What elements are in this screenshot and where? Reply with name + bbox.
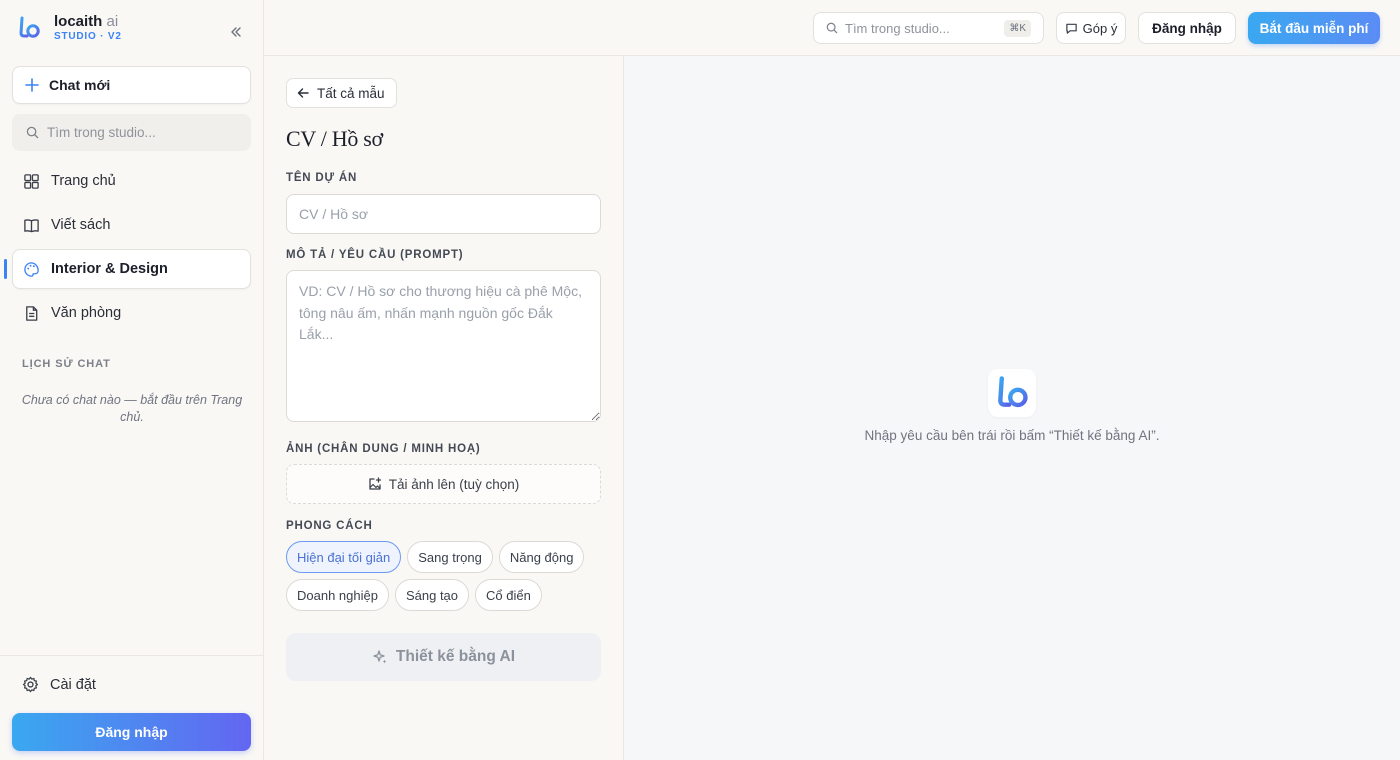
sparkles-icon (373, 650, 387, 664)
sidebar: locaith ai STUDIO · V2 Chat mới Trang ch… (0, 0, 264, 760)
locaith-logo-icon (19, 16, 40, 38)
prompt-textarea[interactable] (286, 270, 601, 422)
sidebar-item-label: Trang chủ (51, 173, 116, 189)
book-icon (24, 218, 39, 232)
template-form-panel: Tất cả mẫu CV / Hồ sơ TÊN DỰ ÁN MÔ TẢ / … (264, 56, 624, 760)
image-label: ẢNH (CHÂN DUNG / MINH HOẠ) (286, 443, 481, 455)
new-chat-button[interactable]: Chat mới (12, 66, 251, 104)
brand-name-suffix: ai (106, 13, 119, 30)
settings-button[interactable]: Cài đặt (22, 676, 96, 693)
grid-icon (24, 173, 39, 189)
image-plus-icon (369, 477, 381, 490)
feedback-button[interactable]: Góp ý (1056, 12, 1126, 44)
arrow-left-icon (297, 88, 309, 98)
chat-history-title: LỊCH SỬ CHAT (22, 358, 111, 370)
message-square-icon (1065, 23, 1077, 34)
brand-name: locaith (54, 13, 103, 30)
gear-icon (22, 676, 39, 693)
sidebar-item-interior-design[interactable]: Interior & Design (12, 249, 251, 289)
chevrons-left-icon (231, 27, 241, 37)
new-chat-label: Chat mới (49, 77, 111, 93)
search-icon (826, 22, 838, 34)
sidebar-item-viet-sach[interactable]: Viết sách (12, 205, 251, 245)
style-chip-nang-dong[interactable]: Năng động (498, 541, 585, 573)
design-with-ai-button[interactable]: Thiết kế bằng AI (286, 633, 601, 681)
plus-icon (25, 78, 39, 92)
top-bar: ⌘K Góp ý Đăng nhập Bắt đầu miễn phí (264, 0, 1400, 56)
search-shortcut-badge: ⌘K (1004, 20, 1031, 37)
start-free-button[interactable]: Bắt đầu miễn phí (1248, 12, 1380, 44)
sidebar-item-label: Văn phòng (51, 305, 122, 321)
sidebar-login-button[interactable]: Đăng nhập (12, 713, 251, 751)
sidebar-nav: Trang chủ Viết sách Interior & Design Vă… (12, 161, 251, 337)
login-button[interactable]: Đăng nhập (1138, 12, 1236, 44)
sidebar-footer: Cài đặt Đăng nhập (0, 655, 263, 760)
brand-subtitle: STUDIO · V2 (54, 31, 122, 42)
upload-label: Tải ảnh lên (tuỳ chọn) (388, 476, 520, 492)
style-chip-sang-trong[interactable]: Sang trọng (407, 541, 493, 573)
active-indicator (4, 259, 7, 279)
preview-logo (988, 369, 1036, 417)
sidebar-search-input[interactable] (47, 125, 237, 140)
brand[interactable]: locaith ai STUDIO · V2 (16, 14, 122, 42)
locaith-logo-icon (998, 376, 1028, 408)
sidebar-item-van-phong[interactable]: Văn phòng (12, 293, 251, 333)
upload-image-button[interactable]: Tải ảnh lên (tuỳ chọn) (286, 464, 601, 504)
page-title: CV / Hồ sơ (286, 126, 383, 151)
top-search[interactable]: ⌘K (813, 12, 1044, 44)
style-chip-doanh-nghiep[interactable]: Doanh nghiệp (286, 579, 389, 611)
back-label: Tất cả mẫu (317, 85, 385, 101)
top-search-input[interactable] (845, 20, 995, 36)
preview-area: Nhập yêu cầu bên trái rồi bấm “Thiết kế … (624, 56, 1400, 760)
palette-icon (24, 261, 39, 277)
prompt-label: MÔ TẢ / YÊU CẦU (PROMPT) (286, 249, 464, 261)
collapse-sidebar-button[interactable] (226, 22, 246, 42)
feedback-label: Góp ý (1082, 20, 1118, 36)
project-name-label: TÊN DỰ ÁN (286, 172, 358, 184)
chat-history-empty: Chưa có chat nào — bắt đầu trên Trang ch… (21, 393, 243, 424)
all-templates-back-button[interactable]: Tất cả mẫu (286, 78, 397, 108)
style-chip-co-dien[interactable]: Cổ điển (475, 579, 542, 611)
style-label: PHONG CÁCH (286, 520, 373, 532)
settings-label: Cài đặt (50, 676, 96, 693)
style-chip-hien-dai-toi-gian[interactable]: Hiện đại tối giản (286, 541, 402, 573)
sidebar-item-label: Interior & Design (51, 261, 168, 277)
style-options: Hiện đại tối giản Sang trọng Năng động D… (286, 541, 606, 611)
sidebar-item-label: Viết sách (51, 217, 111, 233)
sidebar-search[interactable] (12, 114, 251, 151)
document-icon (26, 305, 38, 321)
style-chip-sang-tao[interactable]: Sáng tạo (394, 579, 470, 611)
preview-hint: Nhập yêu cầu bên trái rồi bấm “Thiết kế … (864, 428, 1160, 443)
sidebar-item-trang-chu[interactable]: Trang chủ (12, 161, 251, 201)
design-button-label: Thiết kế bằng AI (395, 648, 516, 665)
search-icon (26, 126, 39, 139)
project-name-input[interactable] (286, 194, 601, 234)
